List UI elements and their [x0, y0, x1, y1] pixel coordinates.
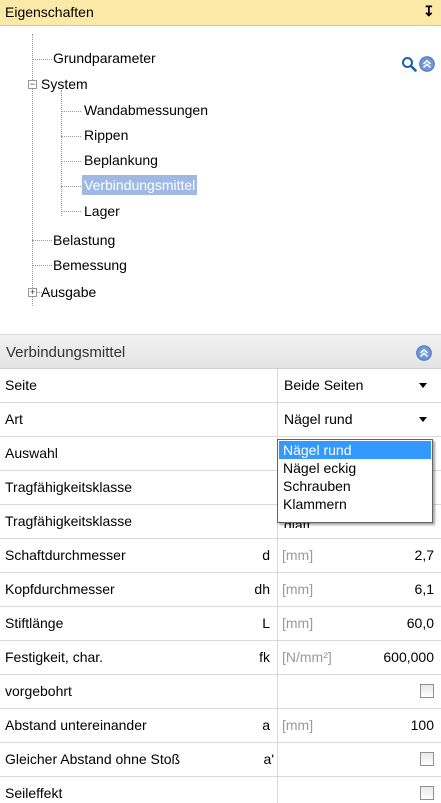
dropdown-option-naegel-eckig[interactable]: Nägel eckig [279, 459, 431, 477]
property-row-vorgebohrt: vorgebohrt [0, 675, 441, 709]
tree-connector [61, 111, 81, 112]
vorgebohrt-checkbox[interactable] [420, 684, 434, 698]
tree-connector [32, 265, 52, 266]
collapse-expander-icon[interactable]: − [28, 80, 37, 89]
dropdown-arrow-icon[interactable] [419, 417, 427, 422]
property-row-seite: Seite Beide Seiten [0, 369, 441, 403]
property-row-schaftdurchmesser: Schaftdurchmesser d [mm] 2,7 [0, 539, 441, 573]
seite-combo-value[interactable]: Beide Seiten [284, 377, 363, 393]
property-label: Abstand untereinander [5, 717, 147, 733]
property-label: Festigkeit, char. [5, 649, 104, 665]
property-symbol: dh [254, 581, 270, 597]
property-value[interactable]: 60,0 [407, 615, 434, 631]
property-unit: [mm] [282, 547, 314, 563]
property-row-kopfdurchmesser: Kopfdurchmesser dh [mm] 6,1 [0, 573, 441, 607]
property-value[interactable]: 2,7 [415, 547, 434, 563]
property-symbol: L [262, 615, 270, 631]
tree-item-ausgabe[interactable]: Ausgabe [39, 282, 98, 302]
gleicher-abstand-checkbox[interactable] [420, 752, 434, 766]
property-label: vorgebohrt [5, 683, 72, 699]
dropdown-arrow-icon[interactable] [419, 383, 427, 388]
dropdown-option-schrauben[interactable]: Schrauben [279, 477, 431, 495]
property-label: Seite [5, 377, 37, 393]
tree-connector [61, 161, 81, 162]
property-row-art: Art Nägel rund [0, 403, 441, 437]
tree-item-verbindungsmittel[interactable]: Verbindungsmittel [82, 175, 198, 195]
property-label: Seileffekt [5, 785, 63, 801]
column-divider [277, 709, 278, 743]
column-divider [277, 675, 278, 709]
properties-panel-title-bar: Eigenschaften ↧ [0, 0, 441, 26]
tree-connector [61, 211, 81, 212]
property-label: Tragfähigkeitsklasse [5, 513, 133, 529]
property-label: Auswahl [5, 445, 58, 461]
search-icon[interactable] [401, 56, 417, 72]
column-divider [277, 369, 278, 403]
property-value[interactable]: 6,1 [415, 581, 434, 597]
column-divider [277, 573, 278, 607]
tree-item-rippen[interactable]: Rippen [82, 125, 130, 145]
property-row-seileffekt: Seileffekt [0, 777, 441, 803]
property-row-festigkeit: Festigkeit, char. fk [N/mm²] 600,000 [0, 641, 441, 675]
dropdown-option-klammern[interactable]: Klammern [279, 495, 431, 513]
collapse-up-icon[interactable] [419, 56, 435, 72]
tree-connector [61, 186, 81, 187]
property-value[interactable]: 600,000 [383, 649, 434, 665]
panel-title: Eigenschaften [5, 4, 94, 20]
seileffekt-checkbox[interactable] [420, 786, 434, 800]
section-header-verbindungsmittel[interactable]: Verbindungsmittel [0, 334, 441, 369]
column-divider [277, 403, 278, 437]
tree-connector [61, 136, 81, 137]
art-combo-value[interactable]: Nägel rund [284, 411, 353, 427]
expand-expander-icon[interactable]: + [28, 288, 37, 297]
section-title: Verbindungsmittel [6, 344, 126, 361]
property-label: Schaftdurchmesser [5, 547, 126, 563]
navigation-tree: Grundparameter − System Wandabmessungen … [0, 26, 441, 324]
property-unit: [mm] [282, 615, 314, 631]
collapse-up-icon[interactable] [416, 345, 432, 361]
column-divider [277, 641, 278, 675]
tree-item-bemessung[interactable]: Bemessung [51, 255, 129, 275]
property-row-stiftlaenge: Stiftlänge L [mm] 60,0 [0, 607, 441, 641]
tree-item-beplankung[interactable]: Beplankung [82, 150, 160, 170]
tree-connector [61, 90, 62, 216]
column-divider [277, 743, 278, 777]
property-unit: [mm] [282, 717, 314, 733]
property-unit: [mm] [282, 581, 314, 597]
property-label: Stiftlänge [5, 615, 64, 631]
property-label: Art [5, 411, 23, 427]
tree-item-system[interactable]: System [39, 74, 90, 94]
dropdown-option-naegel-rund[interactable]: Nägel rund [279, 441, 431, 459]
tree-connector [32, 59, 52, 60]
tree-item-lager[interactable]: Lager [82, 201, 122, 221]
property-symbol: d [262, 547, 270, 563]
column-divider [277, 539, 278, 573]
column-divider [277, 777, 278, 803]
tree-item-wandabmessungen[interactable]: Wandabmessungen [82, 100, 210, 120]
property-symbol: a [262, 717, 270, 733]
property-value[interactable]: 100 [411, 717, 434, 733]
pin-icon[interactable]: ↧ [423, 3, 435, 20]
property-row-abstand-untereinander: Abstand untereinander a [mm] 100 [0, 709, 441, 743]
property-row-gleicher-abstand: Gleicher Abstand ohne Stoß a' [0, 743, 441, 777]
property-label: Kopfdurchmesser [5, 581, 115, 597]
column-divider [277, 607, 278, 641]
property-label: Tragfähigkeitsklasse [5, 479, 133, 495]
property-symbol: fk [259, 649, 270, 665]
property-unit: [N/mm²] [282, 649, 332, 665]
property-symbol: a' [263, 751, 274, 767]
tree-item-grundparameter[interactable]: Grundparameter [51, 48, 158, 68]
art-dropdown-list: Nägel rund Nägel eckig Schrauben Klammer… [277, 439, 433, 523]
tree-item-belastung[interactable]: Belastung [51, 230, 117, 250]
property-label: Gleicher Abstand ohne Stoß [5, 751, 181, 767]
tree-connector [32, 240, 52, 241]
